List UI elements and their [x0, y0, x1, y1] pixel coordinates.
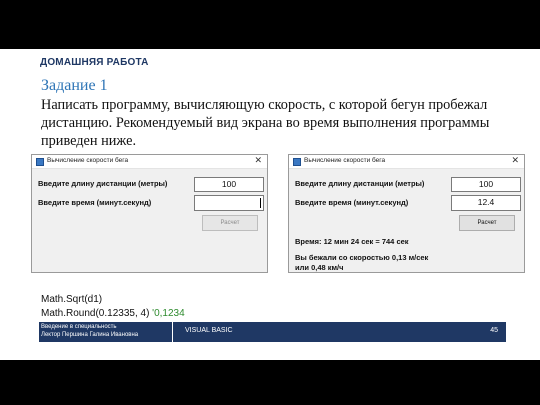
time-input[interactable] [194, 195, 264, 211]
page-number: 45 [490, 327, 498, 334]
code-line-sqrt: Math.Sqrt(d1) [41, 294, 103, 305]
footer-course-title: Введение в специальность [41, 324, 117, 330]
task-description: Написать программу, вычисляющую скорость… [41, 97, 490, 149]
calculate-button[interactable]: Расчет [459, 215, 515, 231]
window-titlebar: Вычисление скорости бега ✕ [289, 155, 524, 169]
result-speed-line1: Вы бежали со скоростью 0,13 м/сек [295, 253, 429, 262]
window-titlebar: Вычисление скорости бега ✕ [32, 155, 267, 169]
app-window-result: Вычисление скорости бега ✕ Введите длину… [288, 154, 525, 273]
code-round-call: Math.Round(0.12335, 4) [41, 308, 150, 319]
distance-label: Введите длину дистанции (метры) [295, 179, 425, 188]
close-icon[interactable]: ✕ [254, 155, 262, 166]
window-title: Вычисление скорости бега [47, 157, 129, 164]
time-label: Введите время (минут.секунд) [38, 198, 152, 207]
code-comment: '0,1234 [149, 308, 185, 319]
result-time: Время: 12 мин 24 сек = 744 сек [295, 237, 409, 246]
distance-label: Введите длину дистанции (метры) [38, 179, 168, 188]
text-caret [260, 198, 261, 208]
code-line-round: Math.Round(0.12335, 4) '0,1234 [41, 307, 185, 321]
section-title: ДОМАШНЯЯ РАБОТА [40, 57, 149, 68]
window-title: Вычисление скорости бега [304, 157, 386, 164]
calculate-button[interactable]: Расчет [202, 215, 258, 231]
footer-course: Введение в специальность Лектор Першина … [39, 322, 173, 342]
footer-lecturer: Лектор Першина Галина Ивановна [41, 332, 139, 338]
app-icon [36, 158, 44, 166]
close-icon[interactable]: ✕ [511, 155, 519, 166]
footer-subject: VISUAL BASIC [185, 327, 233, 334]
time-input[interactable]: 12.4 [451, 195, 521, 211]
footer-bar: Введение в специальность Лектор Першина … [39, 322, 506, 342]
time-label: Введите время (минут.секунд) [295, 198, 409, 207]
code-example: Math.Sqrt(d1) Math.Round(0.12335, 4) '0,… [41, 293, 185, 321]
distance-input[interactable]: 100 [194, 177, 264, 192]
result-speed-line2: или 0,48 км/ч [295, 263, 344, 272]
slide: ДОМАШНЯЯ РАБОТА Задание 1 Написать прогр… [0, 49, 540, 360]
distance-input[interactable]: 100 [451, 177, 521, 192]
app-window-empty: Вычисление скорости бега ✕ Введите длину… [31, 154, 268, 273]
app-icon [293, 158, 301, 166]
task-heading: Задание 1 [41, 77, 108, 94]
